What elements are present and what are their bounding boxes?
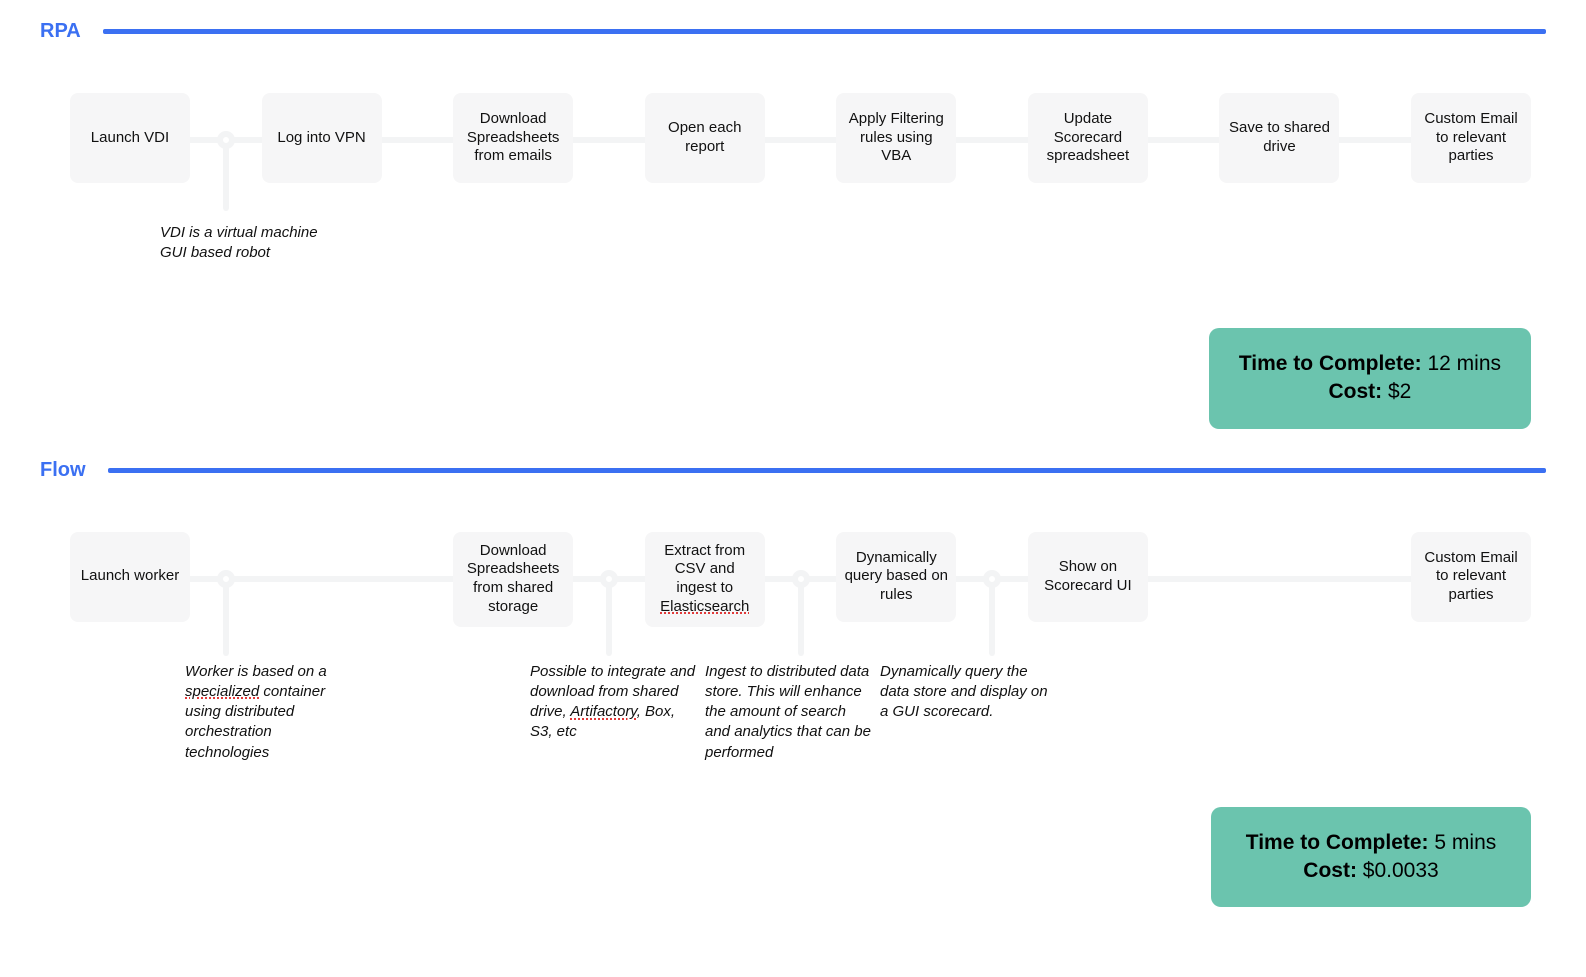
flow-step-empty-2 — [1219, 532, 1339, 627]
rpa-label: RPA — [40, 20, 81, 43]
rpa-time-label: Time to Complete: — [1239, 352, 1422, 375]
flow-rule — [108, 468, 1546, 473]
rpa-timeline: Launch VDI VDI is a virtual machine GUI … — [70, 93, 1531, 183]
rpa-step-filter-vba: Apply Filtering rules using VBA — [836, 93, 956, 183]
flow-step-extract-es: Elasticsearch — [660, 598, 749, 615]
flow-label: Flow — [40, 459, 86, 482]
rpa-time-value: 12 mins — [1427, 352, 1501, 375]
rpa-step-download: Download Spreadsheets from emails — [453, 93, 573, 183]
rpa-steps: Launch VDI VDI is a virtual machine GUI … — [70, 93, 1531, 183]
rpa-step-email: Custom Email to relevant parties — [1411, 93, 1531, 183]
flow-steps: Launch worker Download Spreadsheets from… — [70, 532, 1531, 627]
flow-timeline: Launch worker Download Spreadsheets from… — [70, 532, 1531, 847]
rpa-step-update-scorecard: Update Scorecard spreadsheet — [1028, 93, 1148, 183]
rpa-cost-label: Cost: — [1328, 380, 1382, 403]
rpa-cost-value: $2 — [1388, 380, 1411, 403]
rpa-step-save: Save to shared drive — [1219, 93, 1339, 183]
flow-connector-5 — [956, 532, 1028, 627]
flow-step-extract: Extract from CSV and ingest to Elasticse… — [645, 532, 765, 627]
flow-note-worker: Worker is based on a specialized contain… — [185, 662, 355, 763]
flow-connector-4 — [765, 532, 837, 627]
flow-notes-region: Worker is based on a specialized contain… — [70, 627, 1531, 847]
flow-step-extract-pre: Extract from CSV and ingest to — [664, 542, 745, 597]
flow-cost-label: Cost: — [1303, 859, 1357, 882]
rpa-connector-1: VDI is a virtual machine GUI based robot — [190, 93, 262, 183]
rpa-step-launch-vdi: Launch VDI — [70, 93, 190, 183]
flow-header: Flow — [40, 459, 1546, 482]
rpa-result-card: Time to Complete: 12 mins Cost: $2 — [1209, 328, 1531, 429]
flow-section: Flow Launch worker Download Spreadsheets… — [40, 459, 1546, 908]
flow-note-query: Dynamically query the data store and dis… — [880, 662, 1050, 723]
flow-connector-1 — [190, 532, 262, 627]
rpa-header: RPA — [40, 20, 1546, 43]
flow-step-empty-1 — [262, 532, 382, 627]
flow-note-ingest: Ingest to distributed data store. This w… — [705, 662, 875, 763]
flow-connector-3 — [573, 532, 645, 627]
rpa-step-vpn: Log into VPN — [262, 93, 382, 183]
rpa-step-open-report: Open each report — [645, 93, 765, 183]
rpa-rule — [103, 29, 1546, 34]
flow-step-launch-worker: Launch worker — [70, 532, 190, 622]
flow-step-download: Download Spreadsheets from shared storag… — [453, 532, 573, 627]
rpa-note-vdi: VDI is a virtual machine GUI based robot — [160, 223, 330, 264]
rpa-section: RPA Launch VDI VDI is a virtual machine … — [40, 20, 1546, 429]
flow-cost-value: $0.0033 — [1363, 859, 1439, 882]
flow-step-scorecard-ui: Show on Scorecard UI — [1028, 532, 1148, 622]
flow-step-query: Dynamically query based on rules — [836, 532, 956, 622]
flow-step-email: Custom Email to relevant parties — [1411, 532, 1531, 622]
flow-note-download: Possible to integrate and download from … — [530, 662, 700, 743]
